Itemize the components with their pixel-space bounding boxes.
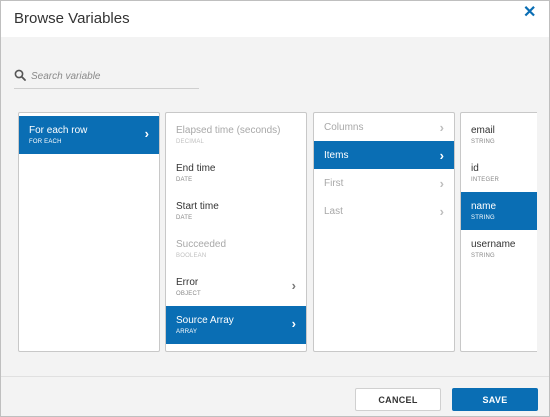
save-button[interactable]: SAVE xyxy=(452,388,538,411)
variable-item[interactable]: End time DATE xyxy=(166,154,306,192)
variable-label: name xyxy=(471,201,497,212)
variable-label: First xyxy=(324,178,344,189)
variable-label: email xyxy=(471,125,495,136)
chevron-right-icon: › xyxy=(144,126,149,141)
variable-type: DECIMAL xyxy=(176,139,205,145)
chevron-right-icon: › xyxy=(439,120,444,135)
variable-item[interactable]: name STRING xyxy=(461,192,537,230)
variable-type: BOOLEAN xyxy=(176,253,207,259)
search-input[interactable] xyxy=(31,68,196,84)
cancel-button[interactable]: CANCEL xyxy=(355,388,441,411)
column-3[interactable]: Columns › Items › First › Last › xyxy=(313,112,455,352)
variable-type: OBJECT xyxy=(176,291,201,297)
variable-label: Start time xyxy=(176,201,219,212)
variable-label: End time xyxy=(176,163,216,174)
column-2[interactable]: Elapsed time (seconds) DECIMAL End time DAT… xyxy=(165,112,307,352)
browse-variables-dialog: Browse Variables ✕ For each row FOR EACH ›… xyxy=(0,0,550,417)
variable-item[interactable]: First › xyxy=(314,169,454,197)
variable-item[interactable]: username STRING xyxy=(461,230,537,268)
chevron-right-icon: › xyxy=(439,176,444,191)
variable-item[interactable]: Elapsed time (seconds) DECIMAL xyxy=(166,116,306,154)
variable-type: STRING xyxy=(471,139,495,145)
variable-type: STRING xyxy=(471,253,495,259)
variable-type: ARRAY xyxy=(176,329,198,335)
variable-item[interactable]: Source Array ARRAY › xyxy=(166,306,306,344)
variable-label: Items xyxy=(324,150,349,161)
variable-item[interactable]: For each row FOR EACH › xyxy=(19,116,159,154)
variable-type: FOR EACH xyxy=(29,139,62,145)
variable-label: Source Array xyxy=(176,315,234,326)
variable-item[interactable]: Items › xyxy=(314,141,454,169)
variable-label: Elapsed time (seconds) xyxy=(176,125,281,136)
variable-columns: For each row FOR EACH › Elapsed time (seco… xyxy=(16,111,537,354)
dialog-footer: CANCEL SAVE xyxy=(1,376,549,416)
variable-item[interactable]: Start time DATE xyxy=(166,192,306,230)
variable-label: username xyxy=(471,239,516,250)
close-icon[interactable]: ✕ xyxy=(523,5,536,21)
chevron-right-icon: › xyxy=(291,278,296,293)
dialog-header: Browse Variables ✕ xyxy=(1,1,549,37)
search-icon xyxy=(14,69,26,81)
search-bar xyxy=(14,67,199,89)
variable-type: STRING xyxy=(471,215,495,221)
variable-item[interactable]: Columns › xyxy=(314,113,454,141)
chevron-right-icon: › xyxy=(291,316,296,331)
variable-label: Succeeded xyxy=(176,239,227,250)
variable-label: id xyxy=(471,163,479,174)
variable-label: For each row xyxy=(29,125,88,136)
variable-item[interactable]: Error OBJECT › xyxy=(166,268,306,306)
dialog-title: Browse Variables xyxy=(14,10,130,27)
variable-type: DATE xyxy=(176,215,193,221)
chevron-right-icon: › xyxy=(439,204,444,219)
variable-label: Error xyxy=(176,277,199,288)
chevron-right-icon: › xyxy=(439,148,444,163)
variable-item[interactable]: id INTEGER xyxy=(461,154,537,192)
variable-type: INTEGER xyxy=(471,177,500,183)
variable-item[interactable]: Last › xyxy=(314,197,454,225)
column-4[interactable]: email STRING id INTEGER name STRING username ST… xyxy=(460,112,537,352)
variable-label: Columns xyxy=(324,122,364,133)
variable-item[interactable]: email STRING xyxy=(461,116,537,154)
variable-label: Last xyxy=(324,206,343,217)
variable-item[interactable]: Succeeded BOOLEAN xyxy=(166,230,306,268)
column-1[interactable]: For each row FOR EACH › xyxy=(18,112,160,352)
variable-type: DATE xyxy=(176,177,193,183)
